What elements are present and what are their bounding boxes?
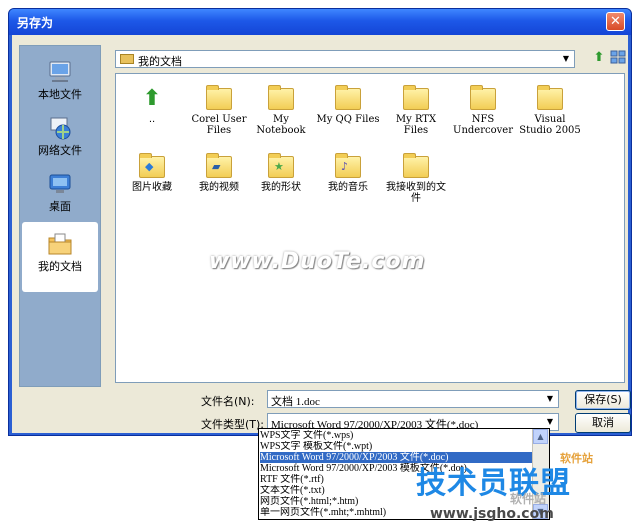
file-label: My RTX Files xyxy=(395,114,437,136)
my-documents-icon xyxy=(48,233,72,255)
filetype-label: 文件类型(T): xyxy=(201,418,265,431)
folder-icon xyxy=(206,85,232,110)
place-network-files[interactable]: 网络文件 xyxy=(22,112,98,164)
up-folder-icon: ⬆ xyxy=(142,86,162,111)
computer-icon xyxy=(49,61,71,82)
folder-icon xyxy=(120,54,134,64)
file-item-folder[interactable]: Visual Studio 2005 xyxy=(517,85,583,136)
file-label: My Notebook xyxy=(256,114,306,136)
duote-watermark: www.DuoTe.com xyxy=(209,249,426,274)
filename-value: 文档 1.doc xyxy=(271,396,320,408)
brand-tag-mid: 软件站 xyxy=(510,492,547,506)
look-in-value: 我的文档 xyxy=(138,55,182,68)
file-label: My QQ Files xyxy=(316,114,380,125)
file-item-folder[interactable]: ♪ 我的音乐 xyxy=(315,153,381,193)
cancel-button[interactable]: 取消 xyxy=(575,413,631,433)
file-item-folder[interactable]: ◆ 图片收藏 xyxy=(119,153,185,193)
file-label: Corel User Files xyxy=(191,114,247,136)
file-item-folder[interactable]: My Notebook xyxy=(248,85,314,136)
places-bar: 本地文件 网络文件 桌面 我的文档 xyxy=(19,45,101,387)
chevron-down-icon[interactable]: ▼ xyxy=(542,391,558,407)
close-icon: ✕ xyxy=(610,14,621,29)
title-bar[interactable]: 另存为 ✕ xyxy=(9,9,631,35)
pictures-folder-icon: ◆ xyxy=(139,153,165,178)
up-one-level-icon[interactable]: ⬆ xyxy=(590,49,608,67)
file-item-folder[interactable]: 我接收到的文件 xyxy=(383,153,449,204)
file-item-folder[interactable]: ★ 我的形状 xyxy=(248,153,314,193)
music-folder-icon: ♪ xyxy=(335,153,361,178)
save-button[interactable]: 保存(S) xyxy=(575,390,631,410)
file-list: ⬆ .. Corel User Files My Notebook My QQ … xyxy=(115,73,625,383)
place-label: 桌面 xyxy=(49,200,71,213)
file-item-parent[interactable]: ⬆ .. xyxy=(119,86,185,126)
chevron-down-icon[interactable]: ▼ xyxy=(558,51,574,67)
place-desktop[interactable]: 桌面 xyxy=(22,168,98,220)
file-item-folder[interactable]: Corel User Files xyxy=(186,85,252,136)
jsgho-brand-watermark: 软件站 技术员联盟 软件站 www.jsgho.com xyxy=(390,440,630,524)
file-item-folder[interactable]: My RTX Files xyxy=(383,85,449,136)
file-label: 图片收藏 xyxy=(132,182,172,193)
filename-label: 文件名(N): xyxy=(201,395,255,408)
dialog-body: 本地文件 网络文件 桌面 我的文档 我的文档 ▼ ⬆ ⬆ .. Corel Us… xyxy=(12,35,631,433)
folder-icon xyxy=(268,85,294,110)
file-label: .. xyxy=(148,114,156,125)
place-label: 我的文档 xyxy=(38,260,82,273)
filename-input[interactable]: 文档 1.doc ▼ xyxy=(267,390,559,408)
close-button[interactable]: ✕ xyxy=(606,12,625,31)
place-label: 本地文件 xyxy=(38,88,82,101)
shapes-folder-icon: ★ xyxy=(268,153,294,178)
folder-icon xyxy=(335,85,361,110)
folder-icon xyxy=(403,85,429,110)
brand-logo: 技术员联盟 xyxy=(416,466,571,501)
file-item-folder[interactable]: ▰ 我的视频 xyxy=(186,153,252,193)
look-in-combo[interactable]: 我的文档 ▼ xyxy=(115,50,575,68)
place-my-documents[interactable]: 我的文档 xyxy=(22,222,98,292)
file-label: 我接收到的文件 xyxy=(386,182,446,204)
place-local-files[interactable]: 本地文件 xyxy=(22,56,98,108)
brand-url: www.jsgho.com xyxy=(430,506,554,522)
file-label: 我的视频 xyxy=(199,182,239,193)
folder-icon xyxy=(537,85,563,110)
place-label: 网络文件 xyxy=(38,144,82,157)
dialog-title: 另存为 xyxy=(17,16,54,30)
file-label: Visual Studio 2005 xyxy=(519,114,581,136)
videos-folder-icon: ▰ xyxy=(206,153,232,178)
file-label: 我的形状 xyxy=(261,182,301,193)
file-label: NFS Undercover xyxy=(453,114,513,136)
save-as-dialog: 另存为 ✕ 本地文件 网络文件 桌面 我的文档 我的文档 ▼ ⬆ ⬆ .. Co… xyxy=(8,8,632,436)
file-label: 我的音乐 xyxy=(328,182,368,193)
network-icon xyxy=(50,117,71,140)
file-item-folder[interactable]: My QQ Files xyxy=(315,85,381,125)
file-item-folder[interactable]: NFS Undercover xyxy=(450,85,516,136)
view-menu-icon[interactable] xyxy=(609,49,627,67)
folder-icon xyxy=(470,85,496,110)
desktop-icon xyxy=(49,174,71,193)
folder-icon xyxy=(403,153,429,178)
